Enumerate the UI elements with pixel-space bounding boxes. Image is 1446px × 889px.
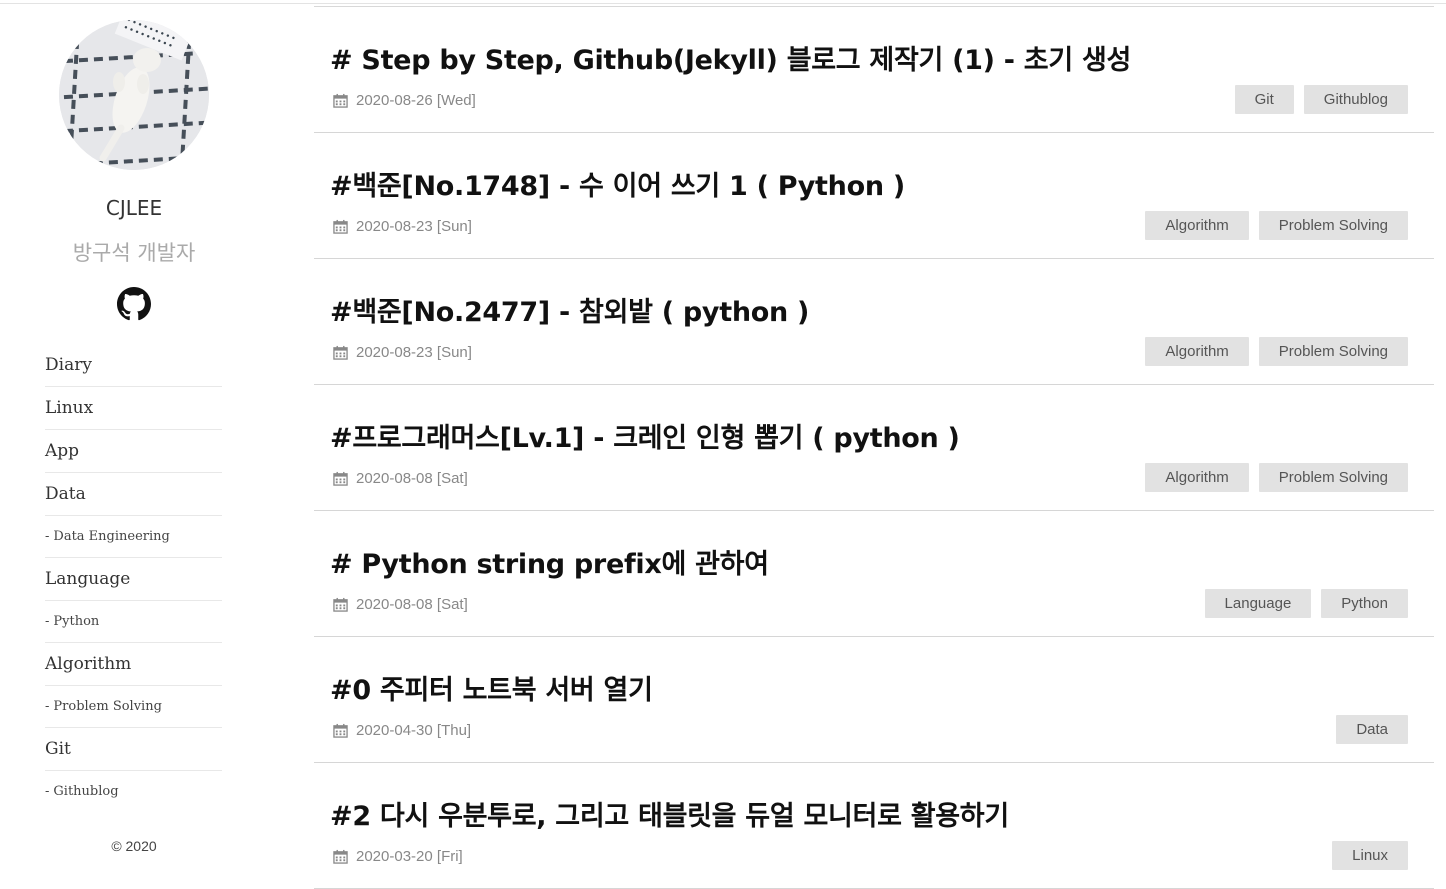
author-subtitle: 방구석 개발자 — [72, 241, 196, 265]
nav-item-data[interactable]: Data — [45, 473, 222, 516]
author-avatar[interactable] — [59, 20, 209, 170]
post-title[interactable]: # Python string prefix에 관하여 — [330, 542, 769, 581]
post-tags: Git Githublog — [1234, 85, 1408, 114]
post-tags: Language Python — [1204, 589, 1408, 618]
calendar-icon — [333, 471, 348, 486]
nav-item-data-engineering[interactable]: - Data Engineering — [45, 516, 222, 558]
post-tags: Algorithm Problem Solving — [1145, 337, 1408, 366]
nav-item-python[interactable]: - Python — [45, 601, 222, 643]
post-date: 2020-08-08 [Sat] — [333, 595, 468, 613]
tag-button[interactable]: Python — [1321, 589, 1408, 618]
author-name: CJLEE — [105, 196, 163, 220]
tag-button[interactable]: Algorithm — [1145, 211, 1249, 240]
tag-button[interactable]: Data — [1336, 715, 1408, 744]
post-item: #0 주피터 노트북 서버 열기 2020-04-30 [Thu] Data — [314, 637, 1434, 763]
post-title[interactable]: #프로그래머스[Lv.1] - 크레인 인형 뽑기 ( python ) — [330, 416, 960, 455]
post-title[interactable]: #백준[No.1748] - 수 이어 쓰기 1 ( Python ) — [330, 164, 905, 203]
post-title[interactable]: #백준[No.2477] - 참외밭 ( python ) — [330, 290, 809, 329]
calendar-icon — [333, 849, 348, 864]
post-tags: Algorithm Problem Solving — [1145, 463, 1408, 492]
post-tags: Linux — [1332, 841, 1408, 870]
post-item: #백준[No.1748] - 수 이어 쓰기 1 ( Python ) 2020… — [314, 133, 1434, 259]
post-date: 2020-08-26 [Wed] — [333, 91, 476, 109]
post-tags: Data — [1336, 715, 1408, 744]
post-item: # Python string prefix에 관하여 2020-08-08 [… — [314, 511, 1434, 637]
github-link[interactable] — [117, 287, 151, 321]
post-item: #프로그래머스[Lv.1] - 크레인 인형 뽑기 ( python ) 202… — [314, 385, 1434, 511]
post-title[interactable]: #0 주피터 노트북 서버 열기 — [330, 668, 653, 707]
post-date: 2020-04-30 [Thu] — [333, 721, 471, 739]
post-date: 2020-08-08 [Sat] — [333, 469, 468, 487]
post-title[interactable]: #2 다시 우분투로, 그리고 태블릿을 듀얼 모니터로 활용하기 — [330, 794, 1009, 833]
nav-item-algorithm[interactable]: Algorithm — [45, 643, 222, 686]
post-tags: Algorithm Problem Solving — [1145, 211, 1408, 240]
tag-button[interactable]: Problem Solving — [1258, 211, 1408, 240]
calendar-icon — [333, 345, 348, 360]
nav-item-diary[interactable]: Diary — [45, 344, 222, 387]
post-list: # Step by Step, Github(Jekyll) 블로그 제작기 (… — [314, 6, 1434, 889]
calendar-icon — [333, 597, 348, 612]
copyright: © 2020 — [111, 838, 157, 854]
nav-item-problem-solving[interactable]: - Problem Solving — [45, 686, 222, 728]
nav-item-language[interactable]: Language — [45, 558, 222, 601]
cat-photo-avatar — [59, 20, 209, 170]
tag-button[interactable]: Git — [1234, 85, 1294, 114]
nav-item-git[interactable]: Git — [45, 728, 222, 771]
sidebar: CJLEE 방구석 개발자 Diary Linux App Data - Data… — [0, 0, 268, 889]
tag-button[interactable]: Algorithm — [1145, 463, 1249, 492]
category-nav: Diary Linux App Data - Data Engineering L… — [45, 344, 222, 812]
github-icon — [117, 287, 151, 321]
tag-button[interactable]: Algorithm — [1145, 337, 1249, 366]
tag-button[interactable]: Problem Solving — [1258, 337, 1408, 366]
tag-button[interactable]: Problem Solving — [1258, 463, 1408, 492]
tag-button[interactable]: Linux — [1332, 841, 1408, 870]
post-item: #2 다시 우분투로, 그리고 태블릿을 듀얼 모니터로 활용하기 2020-0… — [314, 763, 1434, 889]
calendar-icon — [333, 723, 348, 738]
nav-item-githublog[interactable]: - Githublog — [45, 771, 222, 812]
post-item: # Step by Step, Github(Jekyll) 블로그 제작기 (… — [314, 7, 1434, 133]
post-title[interactable]: # Step by Step, Github(Jekyll) 블로그 제작기 (… — [330, 38, 1131, 77]
nav-item-app[interactable]: App — [45, 430, 222, 473]
post-date: 2020-08-23 [Sun] — [333, 217, 472, 235]
post-item: #백준[No.2477] - 참외밭 ( python ) 2020-08-23… — [314, 259, 1434, 385]
nav-item-linux[interactable]: Linux — [45, 387, 222, 430]
calendar-icon — [333, 93, 348, 108]
calendar-icon — [333, 219, 348, 234]
post-date: 2020-08-23 [Sun] — [333, 343, 472, 361]
tag-button[interactable]: Githublog — [1303, 85, 1408, 114]
tag-button[interactable]: Language — [1204, 589, 1312, 618]
post-date: 2020-03-20 [Fri] — [333, 847, 463, 865]
